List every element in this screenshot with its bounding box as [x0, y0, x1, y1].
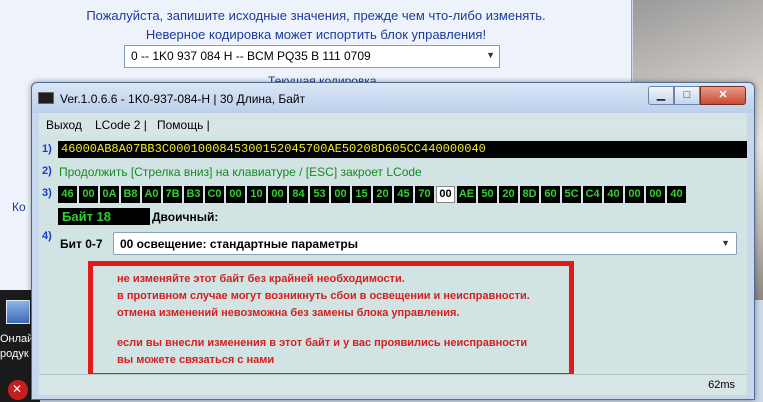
byte-cell[interactable]: 40 [604, 186, 623, 203]
window-client: Выход LCode 2 | Помощь | 1) 46000AB8A07B… [39, 113, 747, 395]
module-select[interactable]: 0 -- 1K0 937 084 H -- BCM PQ35 B 111 070… [124, 45, 500, 68]
row-number-2: 2) [42, 165, 52, 177]
warning-box: не изменяйте этот байт без крайней необх… [88, 261, 574, 378]
desktop-app-icon[interactable] [6, 300, 30, 324]
coding-hex-string[interactable]: 46000AB8A07BB3C0001000845300152045700AE5… [58, 141, 747, 158]
minimize-button[interactable]: ▁ [648, 86, 674, 105]
byte-cell[interactable]: 00 [268, 186, 287, 203]
byte-cell[interactable]: 00 [331, 186, 350, 203]
byte-cell[interactable]: 20 [499, 186, 518, 203]
byte-cell[interactable]: 70 [415, 186, 434, 203]
maximize-button[interactable]: □ [674, 86, 700, 105]
byte-cell[interactable]: 00 [79, 186, 98, 203]
byte-cell[interactable]: 0A [100, 186, 119, 203]
byte-cell[interactable]: A0 [142, 186, 161, 203]
byte-cell[interactable]: 53 [310, 186, 329, 203]
byte-cell[interactable]: 40 [667, 186, 686, 203]
warning-line: вы можете связаться с нами [117, 354, 275, 366]
row-number-4: 4) [42, 230, 52, 242]
app-icon [38, 92, 54, 104]
byte-cell[interactable]: 00 [436, 186, 455, 203]
byte-cell[interactable]: C4 [583, 186, 602, 203]
row-number-3: 3) [42, 187, 52, 199]
byte-cell[interactable]: B8 [121, 186, 140, 203]
desktop-icon-label: родук [0, 348, 29, 360]
module-select-value: 0 -- 1K0 937 084 H -- BCM PQ35 B 111 070… [131, 49, 371, 63]
warning-line: если вы внесли изменения в этот байт и у… [117, 337, 528, 349]
byte-cell[interactable]: 46 [58, 186, 77, 203]
bg-warning-line1: Пожалуйста, запишите исходные значения, … [86, 8, 546, 23]
warning-line: не изменяйте этот байт без крайней необх… [117, 273, 405, 285]
bg-side-text: Ко [12, 200, 26, 214]
bit-option-select[interactable]: 00 освещение: стандартные параметры ▼ [113, 232, 737, 255]
binary-label: Двоичный: [152, 210, 219, 224]
warning-line: в противном случае могут возникнуть сбои… [117, 290, 530, 302]
menu-help[interactable]: Помощь | [157, 118, 210, 132]
byte-cell[interactable]: 20 [373, 186, 392, 203]
chevron-down-icon: ▼ [721, 238, 730, 248]
bit-range-label: Бит 0-7 [60, 237, 103, 251]
menu-lcode2[interactable]: LCode 2 | [95, 118, 147, 132]
warning-line: отмена изменений невозможна без замены б… [117, 307, 460, 319]
byte-cell[interactable]: AE [457, 186, 476, 203]
desktop-icon-label: Онлай [0, 333, 34, 345]
navigation-hint: Продолжить [Стрелка вниз] на клавиатуре … [59, 165, 422, 179]
byte-cell[interactable]: 8D [520, 186, 539, 203]
status-bar: 62ms [39, 374, 747, 395]
byte-cell[interactable]: B3 [184, 186, 203, 203]
desktop-app-icon-red[interactable] [8, 380, 28, 400]
byte-cell[interactable]: 7B [163, 186, 182, 203]
title-bar[interactable]: Ver.1.0.6.6 - 1K0-937-084-H | 30 Длина, … [32, 83, 754, 113]
bit-option-value: 00 освещение: стандартные параметры [120, 237, 358, 251]
menu-bar: Выход LCode 2 | Помощь | [39, 113, 747, 135]
byte-cell[interactable]: 45 [394, 186, 413, 203]
close-button[interactable]: ✕ [700, 86, 746, 105]
chevron-down-icon: ▼ [486, 50, 495, 60]
selected-byte-badge: Байт 18 [58, 208, 150, 225]
byte-cell[interactable]: 10 [247, 186, 266, 203]
byte-cell[interactable]: 5C [562, 186, 581, 203]
window-title: Ver.1.0.6.6 - 1K0-937-084-H | 30 Длина, … [60, 92, 306, 106]
lcode-window: Ver.1.0.6.6 - 1K0-937-084-H | 30 Длина, … [31, 82, 755, 400]
status-time: 62ms [708, 379, 735, 391]
row-number-1: 1) [42, 143, 52, 155]
menu-exit[interactable]: Выход [46, 118, 82, 132]
byte-cell[interactable]: 15 [352, 186, 371, 203]
byte-cell[interactable]: 00 [625, 186, 644, 203]
bg-warning-line2: Неверное кодировка может испортить блок … [145, 27, 487, 42]
byte-cell[interactable]: 00 [646, 186, 665, 203]
byte-grid: 46 00 0A B8 A0 7B B3 C0 00 10 00 84 53 00 15 20 45 70 00 AE… [58, 186, 688, 203]
byte-cell[interactable]: 00 [226, 186, 245, 203]
byte-cell[interactable]: 84 [289, 186, 308, 203]
byte-cell[interactable]: 60 [541, 186, 560, 203]
byte-cell[interactable]: 50 [478, 186, 497, 203]
byte-cell[interactable]: C0 [205, 186, 224, 203]
